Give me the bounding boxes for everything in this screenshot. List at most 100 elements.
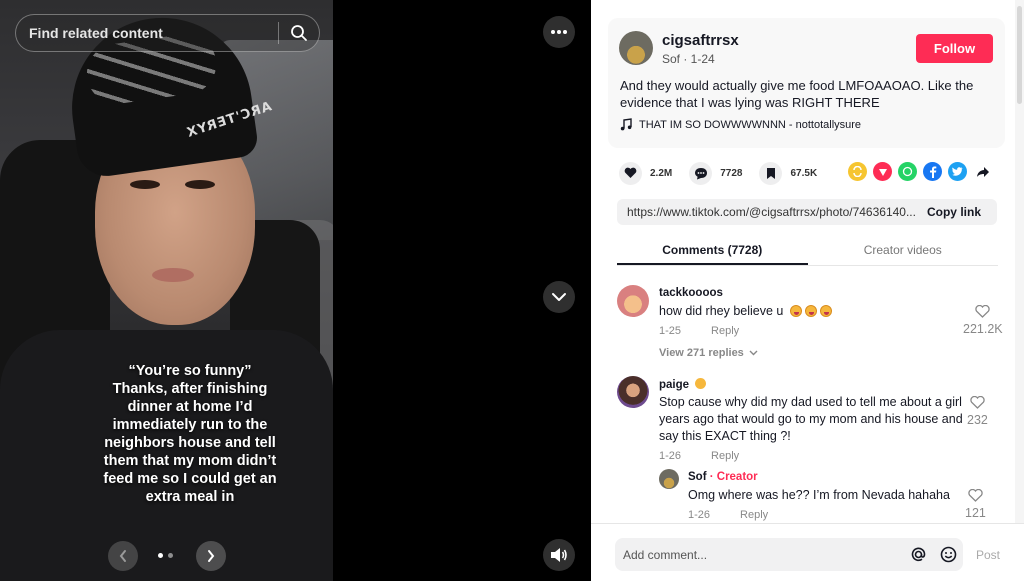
reply-item: Sof · Creator Omg where was he?? I’m fro… [659, 469, 1007, 523]
author-subtitle: Sof · 1-24 [662, 52, 715, 66]
reply-meta: 1-26 Reply [688, 509, 768, 521]
view-replies-label: View 271 replies [659, 347, 744, 359]
copy-link-button[interactable]: Copy link [917, 205, 997, 219]
music-link[interactable]: THAT IM SO DOWWWWNNN - nottotallysure [620, 118, 861, 131]
comment-item: tackkoooos how did rhey believe u 1-25 R… [617, 285, 1007, 365]
reply-button[interactable]: Reply [740, 509, 768, 521]
comment-input-box [615, 538, 963, 571]
twitter-icon[interactable] [948, 162, 967, 181]
comment-date: 1-25 [659, 325, 682, 337]
comment-count: 7728 [720, 167, 743, 179]
post-info-card: cigsaftrrsx Sof · 1-24 Follow And they w… [608, 18, 1005, 148]
more-options-button[interactable] [543, 16, 575, 48]
carousel-dots [158, 553, 173, 558]
comment-text-wrap: how did rhey believe u [659, 303, 832, 320]
stats-row: 2.2M 7728 67.5K [619, 160, 834, 186]
photo-eye-left [130, 180, 160, 189]
panel-scrollbar-thumb[interactable] [1017, 6, 1022, 104]
save-button[interactable]: 67.5K [759, 161, 818, 185]
comment-text: how did rhey believe u [659, 304, 784, 318]
facebook-icon[interactable] [923, 162, 942, 181]
search-input[interactable] [16, 25, 278, 41]
creator-badge: · Creator [709, 471, 758, 483]
heart-outline-icon [968, 489, 983, 502]
heart-outline-icon [975, 305, 990, 318]
follow-button[interactable]: Follow [916, 34, 993, 63]
repost-icon[interactable] [848, 162, 867, 181]
comment-avatar[interactable] [617, 285, 649, 317]
mention-button[interactable] [903, 546, 933, 563]
post-url[interactable]: https://www.tiktok.com/@cigsaftrrsx/phot… [617, 205, 917, 219]
author-avatar[interactable] [619, 31, 653, 65]
post-description: And they would actually give me food LMF… [620, 78, 974, 110]
comment-username-wrap: paige [659, 378, 707, 391]
comment-date: 1-26 [659, 450, 682, 462]
link-box: https://www.tiktok.com/@cigsaftrrsx/phot… [617, 199, 997, 225]
crying-emoji-icon [819, 305, 832, 317]
photo-caption: “You’re so funny” Thanks, after finishin… [103, 363, 277, 505]
chevron-down-icon [552, 293, 566, 301]
carousel-next-button[interactable] [196, 541, 226, 571]
comment-like-count: 232 [967, 413, 988, 427]
volume-button[interactable] [543, 539, 575, 571]
carousel-dot[interactable] [158, 553, 163, 558]
music-title: THAT IM SO DOWWWWNNN - nottotallysure [639, 118, 862, 131]
comment-avatar[interactable] [617, 376, 649, 408]
crying-emoji-icon [804, 305, 817, 317]
photo-viewer: ARC'TERYX “You’re so funny” Thanks, afte… [0, 0, 591, 581]
search-button[interactable] [279, 24, 319, 42]
comment-button[interactable]: 7728 [689, 161, 743, 185]
reply-button[interactable]: Reply [711, 325, 739, 337]
author-username[interactable]: cigsaftrrsx [662, 32, 739, 49]
comment-item: paige Stop cause why did my dad used to … [617, 376, 1007, 466]
search-icon [291, 25, 307, 41]
search-box [15, 14, 320, 52]
share-arrow-icon[interactable] [973, 162, 992, 181]
comment-meta: 1-26 Reply [659, 450, 739, 462]
chevron-left-icon [119, 550, 126, 562]
send-icon[interactable] [873, 162, 892, 181]
view-replies-button[interactable]: View 271 replies [659, 347, 758, 359]
like-count: 2.2M [650, 167, 673, 179]
crying-emoji-icon [789, 305, 802, 317]
details-panel: cigsaftrrsx Sof · 1-24 Follow And they w… [591, 0, 1024, 581]
carousel-prev-button[interactable] [108, 541, 138, 571]
at-icon [911, 547, 925, 562]
reply-text: Omg where was he?? I’m from Nevada hahah… [688, 488, 950, 502]
like-button[interactable]: 2.2M [619, 161, 673, 185]
comment-username[interactable]: tackkoooos [659, 287, 723, 299]
save-count: 67.5K [790, 167, 818, 179]
comment-text: Stop cause why did my dad used to tell m… [659, 395, 963, 443]
smile-emoji-icon [695, 378, 707, 389]
comment-like-count: 221.2K [963, 322, 1003, 336]
comments-tabs: Comments (7728) Creator videos [617, 234, 998, 266]
reply-date: 1-26 [688, 509, 711, 521]
photo-lips [152, 268, 194, 282]
photo-eye-right [185, 180, 215, 189]
post-comment-button[interactable]: Post [976, 548, 1000, 562]
comment-meta: 1-25 Reply [659, 325, 739, 337]
smiley-icon [940, 546, 956, 563]
reply-like-button[interactable]: 121 [965, 489, 986, 520]
panel-scrollbar[interactable] [1015, 0, 1024, 581]
comment-username[interactable]: paige [659, 379, 689, 391]
reply-username[interactable]: Sof [688, 471, 707, 483]
carousel-dot[interactable] [168, 553, 173, 558]
comment-input[interactable] [615, 547, 903, 562]
share-row [848, 162, 992, 181]
tab-comments[interactable]: Comments (7728) [617, 234, 808, 265]
heart-outline-icon [970, 396, 985, 409]
comment-footer: Post [591, 523, 1024, 581]
emoji-button[interactable] [933, 546, 963, 563]
reply-button[interactable]: Reply [711, 450, 739, 462]
chevron-right-icon [208, 550, 215, 562]
reply-like-count: 121 [965, 506, 986, 520]
next-post-button[interactable] [543, 281, 575, 313]
comment-like-button[interactable]: 232 [967, 396, 988, 427]
tab-creator-videos[interactable]: Creator videos [808, 234, 999, 265]
whatsapp-icon[interactable] [898, 162, 917, 181]
comment-like-button[interactable]: 221.2K [963, 305, 1003, 336]
reply-avatar[interactable] [659, 469, 679, 489]
speaker-icon [551, 548, 567, 562]
chevron-down-icon [749, 350, 758, 356]
